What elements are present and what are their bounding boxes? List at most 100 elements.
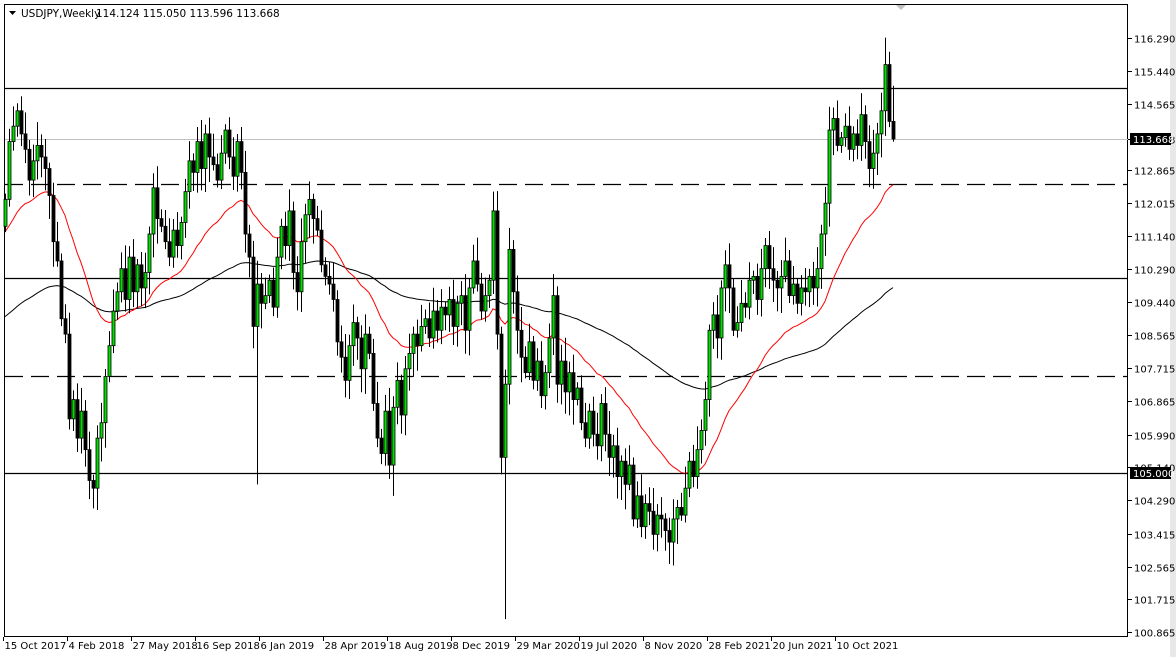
price-tick-label: 105.990 (1134, 432, 1175, 443)
candle-body-bear (156, 188, 159, 219)
candle-body-bull (96, 438, 99, 488)
candle-body-bear (376, 403, 379, 438)
candle-body-bull (148, 234, 151, 273)
candle-body-bull (12, 126, 15, 141)
candle-body-bull (488, 280, 491, 295)
candle-body-bull (196, 142, 199, 173)
candle-body-bear (868, 142, 871, 169)
candle-body-bear (500, 334, 503, 457)
price-tick-label: 114.565 (1134, 101, 1175, 112)
candle-body-bear (476, 261, 479, 284)
candle-body-bear (732, 288, 735, 330)
candle-body-bull (760, 269, 763, 300)
candle-body-bull (128, 257, 131, 299)
candle-body-bull (684, 488, 687, 515)
candle-body-bull (188, 161, 191, 192)
candle-body-bull (120, 269, 123, 292)
candle-body-bear (864, 115, 867, 142)
candle-body-bear (668, 531, 671, 543)
candle-body-bull (268, 280, 271, 295)
candle[interactable] (508, 228, 511, 405)
candle-body-bear (60, 261, 63, 319)
price-chart[interactable]: USDJPY,Weekly 114.124 115.050 113.596 11… (0, 0, 1176, 657)
candle-body-bear (728, 265, 731, 288)
candle-body-bear (400, 380, 403, 415)
candle-body-bull (184, 192, 187, 223)
window-edge (1170, 0, 1176, 657)
candle-body-bull (116, 292, 119, 311)
candle-body-bull (448, 299, 451, 314)
candle-body-bull (364, 334, 367, 369)
candle-body-bull (544, 373, 547, 396)
candle-body-bull (460, 296, 463, 304)
candle-body-bear (88, 450, 91, 481)
time-tick-label: 27 May 2018 (133, 641, 198, 652)
candle-body-bear (44, 157, 47, 169)
candle-body-bear (68, 334, 71, 419)
candle-body-bear (212, 157, 215, 165)
current-price-label: 113.668 (1130, 133, 1174, 146)
candle[interactable] (4, 194, 7, 233)
candle-body-bear (652, 511, 655, 534)
candle-body-bull (348, 346, 351, 381)
candle-body-bear (444, 307, 447, 315)
candle-body-bull (144, 273, 147, 288)
candle-body-bear (216, 165, 219, 180)
candle-body-bear (324, 265, 327, 277)
candle-body-bear (892, 121, 895, 139)
candle-body-bull (656, 515, 659, 534)
candle-body-bear (252, 257, 255, 326)
candle-body-bull (820, 234, 823, 269)
candle-body-bear (584, 423, 587, 438)
candle-body-bear (84, 411, 87, 450)
candle-body-bull (676, 507, 679, 519)
time-tick-label: 8 Dec 2019 (453, 641, 511, 652)
candle-body-bear (464, 296, 467, 331)
candle-body-bear (632, 465, 635, 519)
candle-body-bull (620, 461, 623, 476)
candle-body-bull (136, 265, 139, 292)
price-tick-label: 111.140 (1134, 233, 1175, 244)
candle-body-bull (72, 400, 75, 419)
candle-body-bear (64, 319, 67, 334)
candle-body-bull (172, 230, 175, 257)
candle-body-bull (112, 311, 115, 346)
candle-body-bull (700, 430, 703, 449)
candle-body-bear (244, 172, 247, 234)
candle-body-bull (840, 138, 843, 146)
candle-body-bull (484, 296, 487, 311)
candle-body-bear (788, 261, 791, 296)
candle-body-bull (224, 130, 227, 153)
candle[interactable] (632, 458, 635, 527)
candle-body-bull (236, 142, 239, 177)
candle-body-bear (312, 199, 315, 218)
candle-body-bear (208, 134, 211, 157)
candle[interactable] (496, 191, 499, 349)
candle-body-bear (532, 342, 535, 381)
candle-body-bull (576, 388, 579, 400)
candle-body-bull (568, 373, 571, 392)
candle[interactable] (60, 253, 63, 326)
candle-body-bear (20, 111, 23, 134)
candle-body-bear (240, 142, 243, 173)
candle-body-bull (644, 504, 647, 527)
candle-body-bear (564, 361, 567, 392)
candle-body-bull (288, 211, 291, 246)
candle-body-bear (92, 480, 95, 488)
candle-body-bull (636, 496, 639, 519)
price-tick-label: 106.865 (1134, 398, 1175, 409)
time-tick-label: 29 Mar 2020 (517, 641, 580, 652)
candle[interactable] (500, 327, 503, 475)
candle-body-bull (688, 461, 691, 488)
candle-body-bear (480, 284, 483, 311)
candle-body-bull (424, 319, 427, 327)
candle-body-bull (720, 288, 723, 338)
price-tick-label: 115.440 (1134, 68, 1175, 79)
candle-body-bear (744, 303, 747, 307)
candle-body-bull (780, 276, 783, 288)
candle-body-bull (800, 288, 803, 303)
candle-body-bear (664, 519, 667, 531)
candle-body-bull (724, 265, 727, 288)
candle-body-bull (204, 134, 207, 169)
candle-body-bear (24, 134, 27, 149)
